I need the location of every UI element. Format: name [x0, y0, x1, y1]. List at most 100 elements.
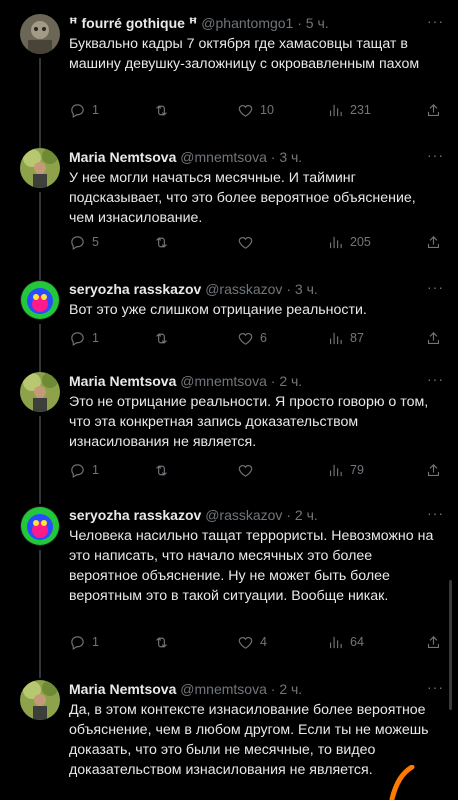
tweet-text: Человека насильно тащат террористы. Нево…	[69, 528, 434, 604]
thread-line	[39, 416, 41, 504]
retweet-button[interactable]	[153, 460, 176, 480]
views-button[interactable]: 79	[327, 460, 364, 480]
display-name[interactable]: seryozha rasskazov	[69, 281, 201, 297]
retweet-button[interactable]	[153, 328, 176, 348]
tweet-text: Да, в этом контексте изнасилование более…	[69, 702, 429, 778]
tweet-header: Maria Nemtsova @mnemtsova · 2 ч.	[69, 680, 444, 698]
like-button[interactable]	[237, 460, 260, 480]
views-count: 231	[350, 103, 371, 117]
share-icon	[427, 103, 440, 116]
share-button[interactable]	[425, 232, 442, 252]
user-handle[interactable]: @mnemtsova	[180, 681, 267, 697]
more-icon[interactable]: ···	[427, 14, 444, 28]
avatar[interactable]	[20, 506, 60, 546]
reply-button[interactable]: 1	[69, 460, 99, 480]
user-handle[interactable]: @rasskazov	[205, 507, 282, 523]
separator-dot: ·	[286, 507, 291, 523]
more-icon[interactable]: ···	[427, 680, 444, 694]
like-count: 4	[260, 635, 267, 649]
tweet-header: Maria Nemtsova @mnemtsova · 3 ч.	[69, 148, 444, 166]
reply-thread: ꟸ fourré gothique ꟸ @phantomgo1 · 5 ч. ·…	[0, 0, 458, 800]
retweet-button[interactable]	[153, 100, 176, 120]
like-icon	[238, 236, 253, 249]
reply-icon	[71, 635, 84, 650]
reply-count: 1	[92, 103, 99, 117]
more-icon[interactable]: ···	[427, 506, 444, 520]
views-button[interactable]: 87	[327, 328, 364, 348]
separator-dot: ·	[270, 681, 276, 697]
share-button[interactable]	[425, 632, 442, 652]
views-icon	[329, 104, 342, 116]
reply-count: 1	[92, 463, 99, 477]
retweet-button[interactable]	[153, 632, 176, 652]
like-icon	[238, 332, 253, 345]
reply-button[interactable]: 1	[69, 328, 99, 348]
more-icon[interactable]: ···	[427, 280, 444, 294]
thread-line	[39, 58, 41, 148]
retweet-icon	[156, 332, 167, 344]
timestamp[interactable]: 3 ч.	[279, 149, 302, 165]
avatar[interactable]	[20, 680, 60, 720]
views-icon	[329, 332, 342, 344]
tweet-header: seryozha rasskazov @rasskazov · 2 ч.	[69, 506, 444, 524]
reply-icon	[71, 463, 84, 478]
like-icon	[238, 104, 253, 117]
views-count: 87	[350, 331, 364, 345]
like-icon	[238, 464, 253, 477]
views-count: 79	[350, 463, 364, 477]
views-button[interactable]: 231	[327, 100, 371, 120]
separator-dot: ·	[270, 149, 276, 165]
share-button[interactable]	[425, 328, 442, 348]
display-name[interactable]: Maria Nemtsova	[69, 373, 176, 389]
action-bar: 1 6 87	[69, 328, 441, 348]
display-name[interactable]: seryozha rasskazov	[69, 507, 201, 523]
timestamp[interactable]: 2 ч.	[295, 507, 318, 523]
retweet-icon	[156, 464, 167, 476]
reply-count: 1	[92, 331, 99, 345]
user-handle[interactable]: @mnemtsova	[180, 373, 267, 389]
share-button[interactable]	[425, 460, 442, 480]
thread-line	[39, 550, 41, 678]
views-button[interactable]: 205	[327, 232, 371, 252]
scrollbar[interactable]	[449, 580, 452, 710]
reply-icon	[71, 235, 84, 250]
user-handle[interactable]: @mnemtsova	[180, 149, 267, 165]
more-icon[interactable]: ···	[427, 148, 444, 162]
share-icon	[427, 635, 440, 648]
user-handle[interactable]: @phantomgo1	[201, 15, 293, 31]
more-icon[interactable]: ···	[427, 372, 444, 386]
timestamp[interactable]: 3 ч.	[295, 281, 318, 297]
timestamp[interactable]: 2 ч.	[279, 681, 302, 697]
reply-icon	[71, 331, 84, 346]
like-button[interactable]: 6	[237, 328, 267, 348]
reply-button[interactable]: 1	[69, 632, 99, 652]
display-name[interactable]: Maria Nemtsova	[69, 149, 176, 165]
like-button[interactable]	[237, 232, 260, 252]
views-button[interactable]: 64	[327, 632, 364, 652]
avatar[interactable]	[20, 148, 60, 188]
reply-button[interactable]: 5	[69, 232, 99, 252]
action-bar: 5 205	[69, 232, 441, 252]
like-count: 6	[260, 331, 267, 345]
views-icon	[329, 236, 342, 248]
like-icon	[238, 636, 253, 649]
reply-button[interactable]: 1	[69, 100, 99, 120]
avatar[interactable]	[20, 14, 60, 54]
like-count: 10	[260, 103, 274, 117]
tweet-header: ꟸ fourré gothique ꟸ @phantomgo1 · 5 ч.	[69, 14, 444, 32]
tweet-text: Вот это уже слишком отрицание реальности…	[69, 302, 367, 318]
timestamp[interactable]: 2 ч.	[279, 373, 302, 389]
like-button[interactable]: 4	[237, 632, 267, 652]
views-count: 205	[350, 235, 371, 249]
user-handle[interactable]: @rasskazov	[205, 281, 282, 297]
display-name[interactable]: Maria Nemtsova	[69, 681, 176, 697]
tweet-header: Maria Nemtsova @mnemtsova · 2 ч.	[69, 372, 444, 390]
avatar[interactable]	[20, 280, 60, 320]
timestamp[interactable]: 5 ч.	[306, 15, 329, 31]
tweet-text: У нее могли начаться месячные. И тайминг…	[69, 170, 416, 226]
retweet-button[interactable]	[153, 232, 176, 252]
avatar[interactable]	[20, 372, 60, 412]
share-button[interactable]	[425, 100, 442, 120]
display-name[interactable]: ꟸ fourré gothique ꟸ	[69, 15, 197, 31]
like-button[interactable]: 10	[237, 100, 274, 120]
